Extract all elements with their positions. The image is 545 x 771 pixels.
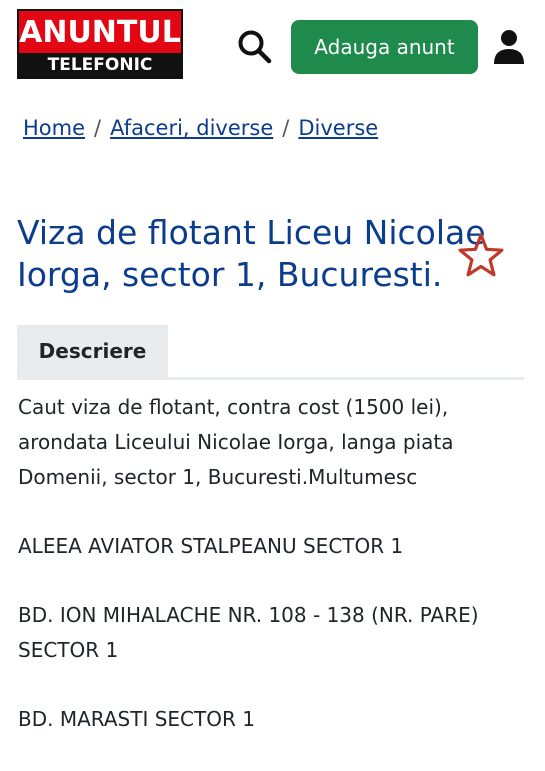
add-listing-button[interactable]: Adauga anunt <box>291 20 478 74</box>
breadcrumb: Home / Afaceri, diverse / Diverse <box>23 116 378 140</box>
description-paragraph: BD. ION MIHALACHE NR. 108 - 138 (NR. PAR… <box>18 603 479 662</box>
breadcrumb-separator: / <box>282 116 290 140</box>
breadcrumb-home[interactable]: Home <box>23 116 85 140</box>
listing-tabs: Descriere <box>17 325 524 380</box>
logo-top-text: ANUNTUL <box>19 15 181 50</box>
description-paragraph: ALEEA AVIATOR STALPEANU SECTOR 1 <box>18 534 404 558</box>
listing-description: Caut viza de flotant, contra cost (1500 … <box>18 390 528 771</box>
breadcrumb-diverse[interactable]: Diverse <box>298 116 378 140</box>
description-paragraph: BD. MARASTI SECTOR 1 <box>18 707 255 731</box>
star-outline-icon[interactable] <box>457 232 505 278</box>
breadcrumb-separator: / <box>94 116 102 140</box>
site-logo[interactable]: ANUNTUL TELEFONIC <box>17 9 183 79</box>
logo-bottom-text: TELEFONIC <box>19 53 181 77</box>
tab-descriere[interactable]: Descriere <box>17 325 168 377</box>
search-icon[interactable] <box>236 28 274 66</box>
description-paragraph: Caut viza de flotant, contra cost (1500 … <box>18 395 454 489</box>
site-header: ANUNTUL TELEFONIC Adauga anunt <box>0 0 545 95</box>
user-icon[interactable] <box>492 28 526 66</box>
breadcrumb-afaceri-diverse[interactable]: Afaceri, diverse <box>110 116 273 140</box>
listing-title: Viza de flotant Liceu Nicolae Iorga, sec… <box>17 213 486 294</box>
